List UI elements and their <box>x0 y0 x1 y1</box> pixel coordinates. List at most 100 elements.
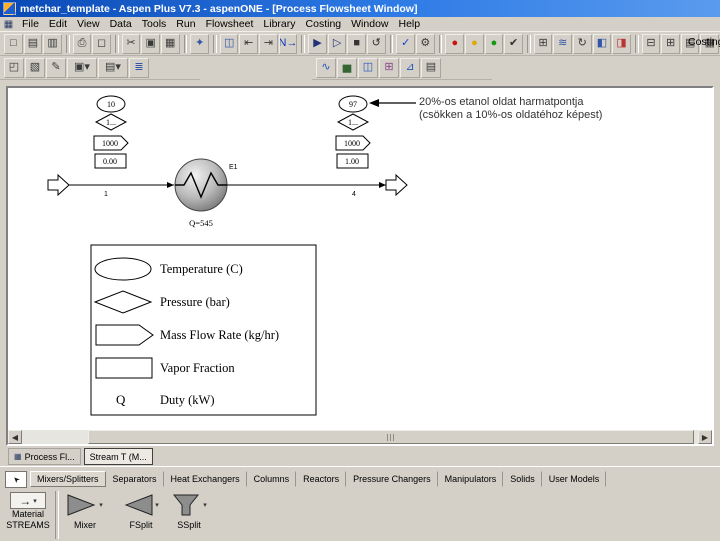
fsplit-icon <box>124 494 153 516</box>
print-preview-icon[interactable]: ◻ <box>92 33 111 54</box>
settings-icon[interactable]: ⚙ <box>416 33 435 54</box>
rotate-icon[interactable]: ↻ <box>572 33 592 54</box>
menu-item-data[interactable]: Data <box>105 18 137 30</box>
library-tab-reactors[interactable]: Reactors <box>296 471 347 487</box>
library-tab-separators[interactable]: Separators <box>106 471 164 487</box>
scroll-right-button[interactable]: ▶ <box>698 430 712 444</box>
status-warning-icon[interactable]: ● <box>465 33 484 54</box>
library-tab-columns[interactable]: Columns <box>247 471 297 487</box>
ssplit-variants-dropdown[interactable]: ▾ <box>203 501 207 509</box>
menu-item-help[interactable]: Help <box>394 18 426 30</box>
plot-icon[interactable]: ∿ <box>316 57 336 78</box>
heat-exchanger-block[interactable]: E1 Q=545 <box>174 158 238 228</box>
feed-arrow-symbol[interactable] <box>47 173 70 197</box>
menu-item-window[interactable]: Window <box>346 18 393 30</box>
costing-toolbar-button[interactable]: Costing <box>688 36 720 48</box>
save-icon[interactable]: ▥ <box>43 33 62 54</box>
toolbar-separator <box>213 34 217 53</box>
stream-table-icon[interactable]: ⊟ <box>641 33 661 54</box>
menu-item-flowsheet[interactable]: Flowsheet <box>201 18 259 30</box>
tab-label: Stream T (M... <box>89 451 147 462</box>
economics-icon[interactable]: ◨ <box>612 33 631 54</box>
stop-icon[interactable]: ■ <box>347 33 366 54</box>
menu-item-library[interactable]: Library <box>258 18 300 30</box>
flowsheet-drawing[interactable]: 1 10 1... 1000 0.00 E1 Q=545 4 97 1... 1… <box>8 88 712 430</box>
status-ok-icon[interactable]: ● <box>484 33 504 54</box>
analysis-tools-icon[interactable]: ✦ <box>190 33 210 54</box>
fsplit-variants-dropdown[interactable]: ▾ <box>155 501 159 509</box>
stream-type-dropdown[interactable]: ▾ <box>33 497 37 505</box>
reinitialize-icon[interactable]: ↺ <box>366 33 386 54</box>
prev-input-icon[interactable]: ⇤ <box>239 33 259 54</box>
menu-bar: ▦ File Edit View Data Tools Run Flowsheet Libra… <box>0 17 720 32</box>
library-tab-pressure-changers[interactable]: Pressure Changers <box>346 471 438 487</box>
model-mixer[interactable]: ▾ Mixer <box>58 489 112 530</box>
annotation-text-line2: (csökken a 10%-os oldatéhoz képest) <box>419 109 602 121</box>
exchanger-curves-icon[interactable]: ≋ <box>553 33 572 54</box>
annotation-text-line1: 20%-os etanol oldat harmatpontja <box>419 96 584 108</box>
legend-massflow-label: Mass Flow Rate (kg/hr) <box>160 328 279 342</box>
draw-text-icon[interactable]: ✎ <box>46 57 66 78</box>
model-ssplit[interactable]: ▾ SSplit <box>162 489 216 530</box>
table-tool-icon[interactable]: ⊞ <box>379 57 399 78</box>
library-tab-heat-exchangers[interactable]: Heat Exchangers <box>164 471 247 487</box>
stream-summary-icon[interactable]: ◫ <box>358 57 378 78</box>
data-browser-icon[interactable]: ◫ <box>219 33 239 54</box>
menu-item-run[interactable]: Run <box>171 18 200 30</box>
material-stream-button[interactable]: → ▾ <box>10 492 46 509</box>
tab-stream-table[interactable]: Stream T (M... <box>83 448 153 465</box>
step-run-icon[interactable]: ▷ <box>327 33 347 54</box>
feed-stream-arrowhead <box>167 182 174 188</box>
stream-selector-label-1: Material <box>11 509 44 519</box>
property-table-icon[interactable]: ⊞ <box>661 33 680 54</box>
annotation-icon[interactable]: ▧ <box>25 57 45 78</box>
chart-icon[interactable]: ▅ <box>337 57 357 78</box>
menu-item-tools[interactable]: Tools <box>137 18 172 30</box>
next-step-icon[interactable]: N→ <box>278 33 298 54</box>
view-scale-dropdown[interactable]: ▣▾ <box>67 57 97 78</box>
library-tab-manipulators[interactable]: Manipulators <box>438 471 504 487</box>
print-icon[interactable]: ⎙ <box>72 33 92 54</box>
next-input-icon[interactable]: ⇥ <box>259 33 278 54</box>
legend-duty-label: Duty (kW) <box>160 393 215 407</box>
library-tab-solids[interactable]: Solids <box>503 471 542 487</box>
sensitivity-icon[interactable]: ⊿ <box>400 57 420 78</box>
legend-pressure-symbol <box>93 290 153 314</box>
zoom-full-icon[interactable]: ◰ <box>4 57 24 78</box>
legend-pressure-label: Pressure (bar) <box>160 295 230 309</box>
flowsheet-canvas[interactable]: 1 10 1... 1000 0.00 E1 Q=545 4 97 1... 1… <box>8 88 712 430</box>
select-mode-button[interactable]: ➤ <box>5 471 27 488</box>
menu-item-view[interactable]: View <box>72 18 105 30</box>
scrollbar-thumb[interactable] <box>88 430 694 444</box>
menu-item-costing[interactable]: Costing <box>301 18 347 30</box>
tab-process-flowsheet[interactable]: ▦ Process Fl... <box>8 448 81 465</box>
control-panel-icon[interactable]: ✓ <box>396 33 416 54</box>
grid-icon[interactable]: ≣ <box>129 57 149 78</box>
menu-item-file[interactable]: File <box>17 18 44 30</box>
copy-icon[interactable]: ▣ <box>141 33 160 54</box>
new-icon[interactable]: □ <box>4 33 23 54</box>
flip-icon[interactable]: ◧ <box>592 33 612 54</box>
data-fit-icon[interactable]: ▤ <box>421 57 441 78</box>
cut-icon[interactable]: ✂ <box>121 33 141 54</box>
product-stream-arrowhead <box>379 182 386 188</box>
section-dropdown[interactable]: ▤▾ <box>98 57 128 78</box>
app-window: { "window": { "title": "metchar_template… <box>0 0 720 541</box>
status-error-icon[interactable]: ● <box>445 33 465 54</box>
mixer-variants-dropdown[interactable]: ▾ <box>99 501 103 509</box>
horizontal-scrollbar[interactable]: ◀ ▶ <box>8 430 712 444</box>
run-icon[interactable]: ▶ <box>308 33 327 54</box>
insert-block-icon[interactable]: ⊞ <box>533 33 553 54</box>
model-fsplit[interactable]: ▾ FSplit <box>114 489 168 530</box>
check-results-icon[interactable]: ✔ <box>504 33 523 54</box>
material-stream-selector[interactable]: → ▾ Material STREAMS <box>2 489 54 531</box>
library-tab-user-models[interactable]: User Models <box>542 471 607 487</box>
library-tab-mixers-splitters[interactable]: Mixers/Splitters <box>30 471 106 487</box>
paste-icon[interactable]: ▦ <box>160 33 180 54</box>
tab-label: Process Fl... <box>24 451 75 462</box>
title-bar[interactable]: metchar_template - Aspen Plus V7.3 - asp… <box>0 0 720 17</box>
menu-item-edit[interactable]: Edit <box>44 18 72 30</box>
scroll-left-button[interactable]: ◀ <box>8 430 22 444</box>
open-icon[interactable]: ▤ <box>23 33 43 54</box>
product-arrow-symbol[interactable] <box>385 173 408 197</box>
